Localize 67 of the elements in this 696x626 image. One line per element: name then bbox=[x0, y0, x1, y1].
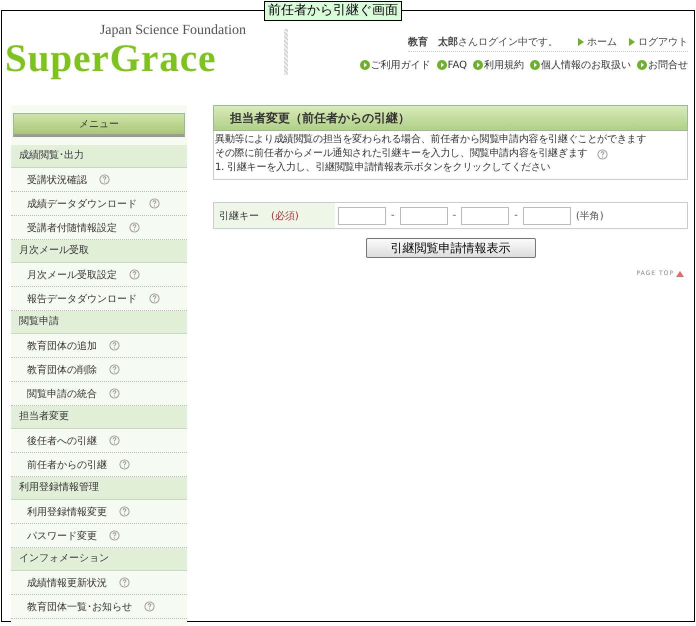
menu-section-heading: 利用登録情報管理 bbox=[11, 477, 187, 500]
help-icon[interactable] bbox=[144, 601, 155, 612]
menu-section-heading: 担当者変更 bbox=[11, 406, 187, 429]
input-hint: (半角) bbox=[576, 210, 604, 222]
menu-item[interactable]: 報告データダウンロード bbox=[27, 292, 137, 306]
menu-title: メニュー bbox=[13, 113, 185, 137]
help-icon[interactable] bbox=[149, 293, 160, 304]
nav-link[interactable]: FAQ bbox=[436, 58, 467, 72]
menu-item[interactable]: 成績データダウンロード bbox=[27, 196, 137, 210]
key-input-field[interactable] bbox=[522, 206, 571, 224]
menu-item[interactable]: 後任者への引継 bbox=[27, 434, 97, 448]
play-icon bbox=[530, 60, 540, 70]
menu-item[interactable]: 月次メール受取設定 bbox=[27, 268, 117, 282]
instruction-text: その際に前任者からメール通知された引継キーを入力し、閲覧申請内容を引継ぎます bbox=[215, 147, 588, 161]
menu-item[interactable]: 教育団体一覧･お知らせ bbox=[27, 600, 132, 614]
menu-item[interactable]: 利用登録情報変更 bbox=[27, 504, 107, 518]
help-icon[interactable] bbox=[109, 364, 120, 375]
menu-item[interactable]: パスワード変更 bbox=[27, 528, 97, 542]
play-icon bbox=[436, 60, 447, 70]
help-icon[interactable] bbox=[99, 174, 110, 185]
submit-button[interactable]: 引継閲覧申請情報表示 bbox=[366, 238, 536, 258]
required-marker: (必須) bbox=[271, 210, 299, 222]
help-icon[interactable] bbox=[109, 435, 120, 446]
nav-link[interactable]: ご利用ガイド bbox=[360, 58, 431, 72]
menu-section-heading: 月次メール受取 bbox=[11, 240, 187, 263]
play-icon bbox=[360, 60, 370, 70]
help-icon[interactable] bbox=[119, 459, 130, 470]
menu-item[interactable]: 成績情報更新状況 bbox=[27, 576, 107, 590]
help-icon[interactable] bbox=[119, 506, 130, 517]
help-icon[interactable] bbox=[129, 269, 140, 280]
separator-text: - bbox=[391, 210, 395, 221]
help-icon[interactable] bbox=[129, 222, 140, 233]
menu-section-heading: 閲覧申請 bbox=[11, 311, 187, 334]
nav-link[interactable]: 利用規約 bbox=[473, 58, 524, 72]
help-icon[interactable] bbox=[109, 340, 120, 351]
nav-link[interactable]: お問合せ bbox=[637, 58, 688, 72]
nav-link[interactable]: 個人情報のお取扱い bbox=[530, 58, 631, 72]
menu-item[interactable]: 教育団体の追加 bbox=[27, 338, 97, 352]
help-icon[interactable] bbox=[149, 198, 160, 209]
play-icon bbox=[473, 60, 483, 70]
user-login-status: 教育 太郎さんログイン中です。 bbox=[408, 35, 558, 49]
header-link[interactable]: ホーム bbox=[578, 35, 617, 49]
menu-item[interactable]: 教育団体の削除 bbox=[27, 362, 97, 376]
help-icon[interactable] bbox=[109, 388, 120, 399]
menu-item[interactable]: 受講状況確認 bbox=[27, 172, 87, 186]
header-link[interactable]: ログアウト bbox=[629, 35, 688, 49]
instruction-text: 1. 引継キーを入力し、引継閲覧申請情報表示ボタンをクリックしてください bbox=[215, 161, 551, 175]
separator-text: - bbox=[514, 210, 518, 221]
key-input-field[interactable] bbox=[461, 206, 510, 224]
help-icon[interactable] bbox=[597, 148, 608, 160]
play-icon bbox=[637, 60, 647, 70]
help-icon[interactable] bbox=[119, 577, 130, 588]
menu-section-heading: インフォメーション bbox=[11, 548, 187, 571]
menu-item[interactable]: 受講者付随情報設定 bbox=[27, 220, 117, 234]
help-icon[interactable] bbox=[109, 530, 120, 541]
page-heading: 担当者変更（前任者からの引継） bbox=[213, 105, 688, 131]
instruction-text: 異動等により成績閲覧の担当を変わられる場合、前任者から閲覧申請内容を引継ぐことができます bbox=[215, 133, 646, 147]
key-input-field[interactable] bbox=[400, 206, 448, 224]
field-label: 引継キー bbox=[219, 210, 259, 222]
menu-section-heading: 成績閲覧･出力 bbox=[11, 145, 187, 168]
organization-name: Japan Science Foundation bbox=[98, 23, 248, 39]
key-input-field[interactable] bbox=[338, 206, 386, 224]
menu-item[interactable]: 閲覧申請の統合 bbox=[27, 386, 97, 400]
up-triangle-icon bbox=[676, 270, 684, 276]
menu-item[interactable]: 前任者からの引継 bbox=[27, 458, 107, 472]
separator-text: - bbox=[452, 210, 456, 221]
frame-title: 前任者から引継ぐ画面 bbox=[264, 1, 402, 21]
